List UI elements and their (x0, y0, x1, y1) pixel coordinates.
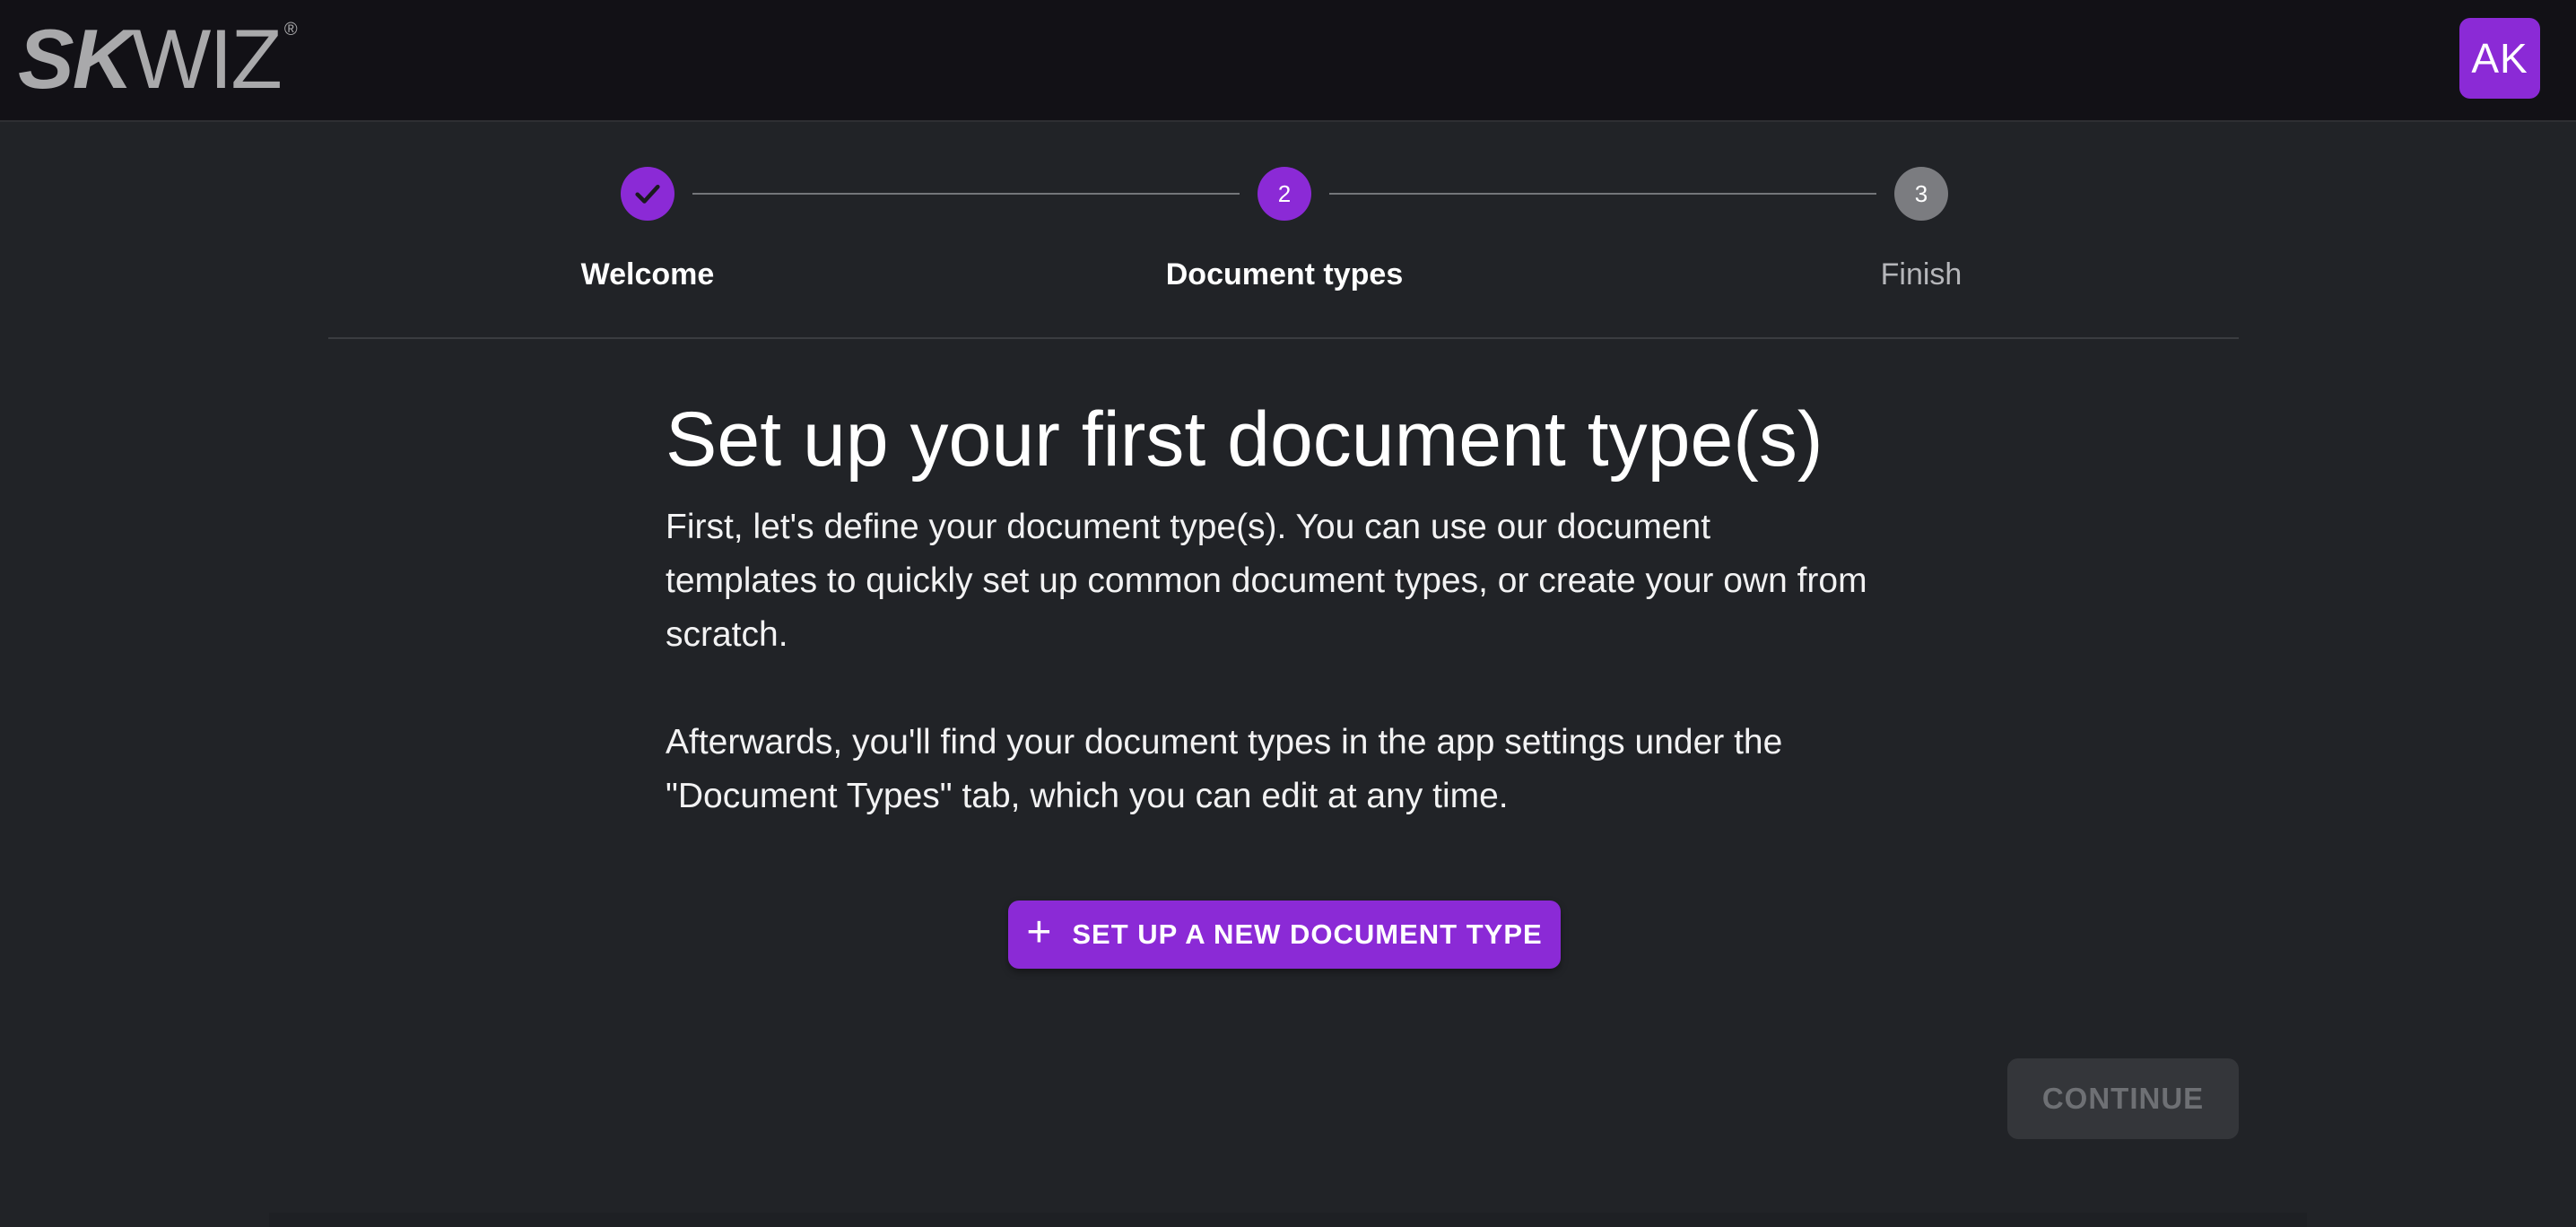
set-up-new-document-type-label: SET UP A NEW DOCUMENT TYPE (1072, 918, 1543, 950)
set-up-new-document-type-button[interactable]: + SET UP A NEW DOCUMENT TYPE (1008, 901, 1561, 969)
continue-button[interactable]: CONTINUE (2007, 1058, 2239, 1139)
step-number-3: 3 (1894, 167, 1948, 221)
user-avatar-button[interactable]: AK (2459, 18, 2540, 99)
plus-icon: + (1026, 909, 1053, 956)
step-label-finish: Finish (1880, 257, 1962, 292)
step-connector-2-3 (1329, 193, 1876, 195)
check-icon (635, 184, 660, 204)
registered-mark: ® (283, 20, 298, 39)
main-content: Set up your first document type(s) First… (666, 395, 1867, 823)
step-completed-indicator (621, 167, 674, 221)
step-label-document-types: Document types (1165, 257, 1404, 292)
step-connector-1-2 (692, 193, 1240, 195)
step-label-welcome: Welcome (580, 257, 715, 292)
step-number-2: 2 (1258, 167, 1311, 221)
skwiz-logo[interactable]: SKWIZ ® (18, 14, 298, 104)
setup-stepper: Welcome 2 Document types 3 Finish (328, 122, 2239, 339)
top-app-bar: SKWIZ ® AK (0, 0, 2576, 122)
bottom-edge (269, 1213, 2307, 1227)
page-title: Set up your first document type(s) (666, 396, 1823, 483)
settings-info-paragraph: Afterwards, you'll find your document ty… (666, 723, 1783, 815)
intro-paragraph: First, let's define your document type(s… (666, 508, 1867, 654)
logo-wordmark: SKWIZ (18, 12, 283, 106)
